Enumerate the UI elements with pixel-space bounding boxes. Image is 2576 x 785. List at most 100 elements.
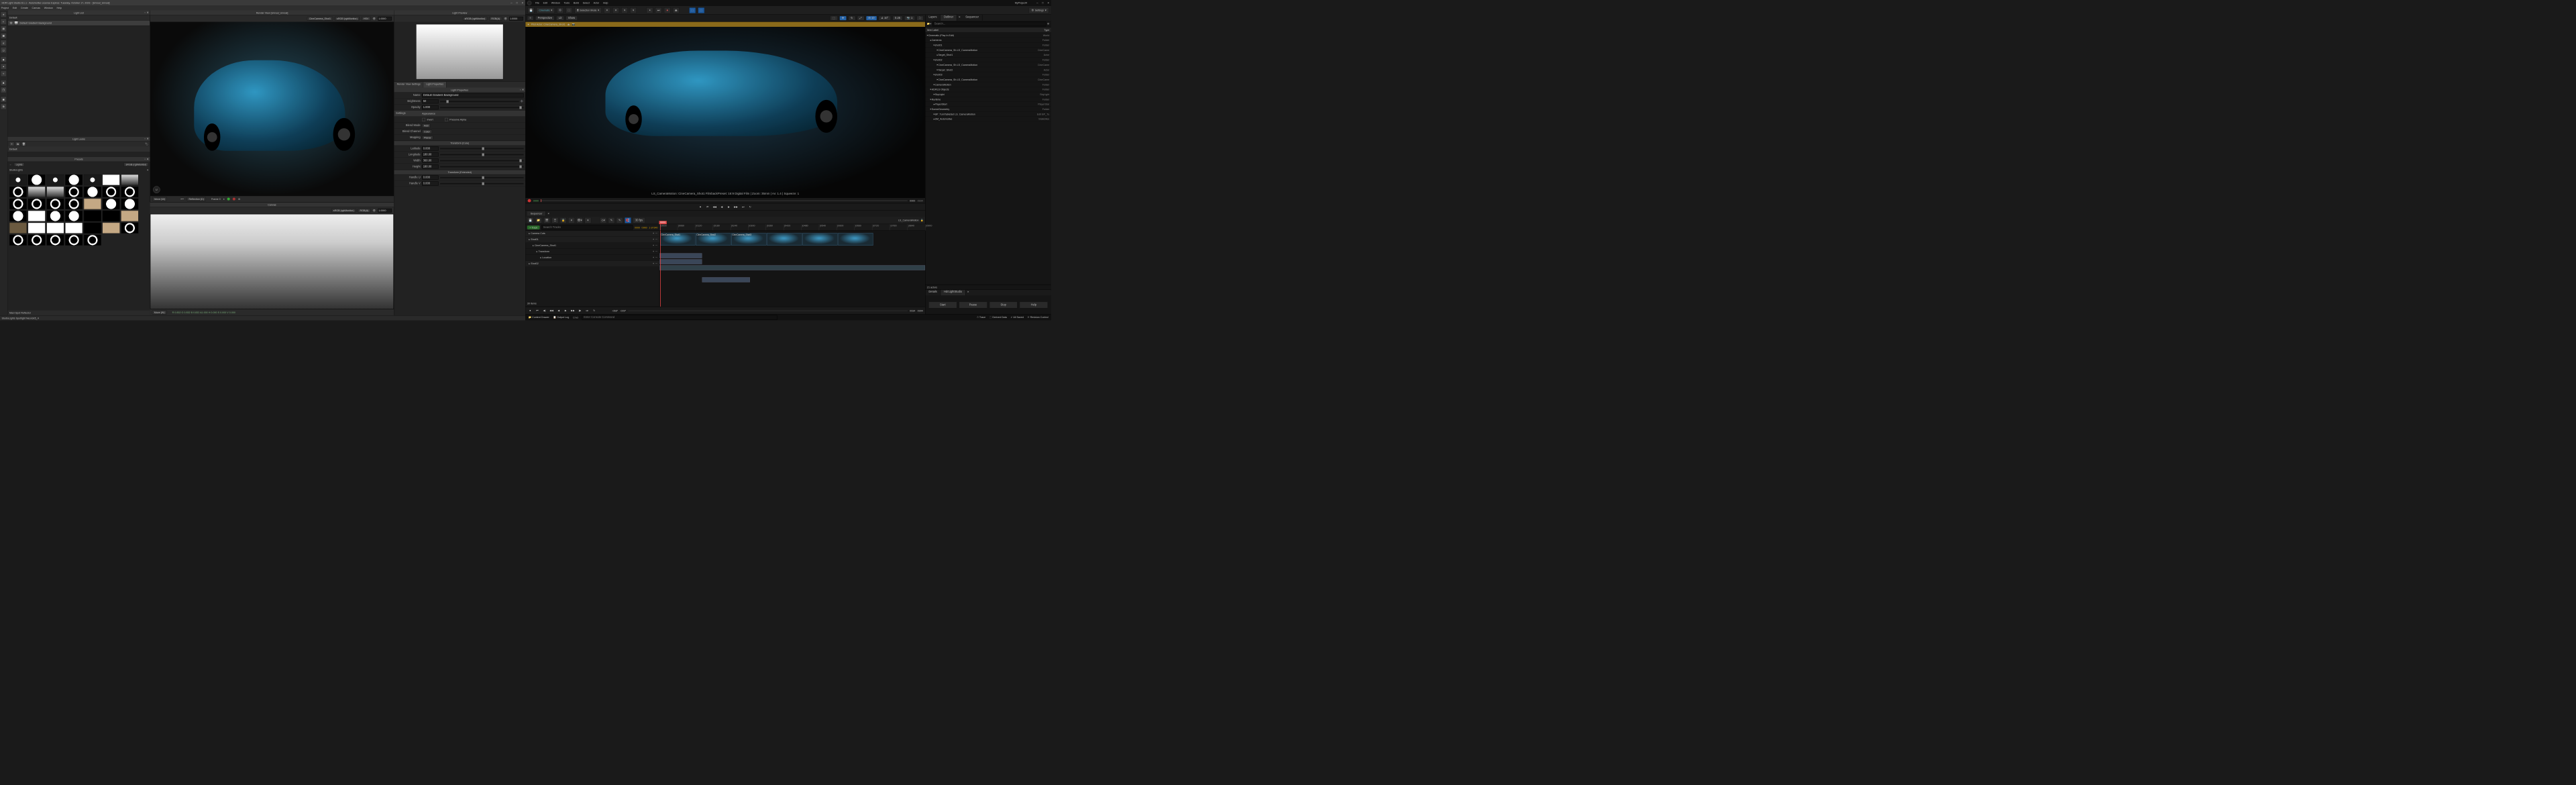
tool-image-icon[interactable]: ▦ bbox=[1, 33, 7, 39]
viewport-max-icon[interactable]: ⛶ bbox=[916, 16, 923, 21]
preserve-alpha-checkbox[interactable] bbox=[445, 118, 448, 121]
preset-colorspace-select[interactable]: sRGB (rgbMonitor) bbox=[124, 162, 149, 166]
outliner-row[interactable]: ▸ Target_Shot1Actor bbox=[925, 52, 1051, 57]
prop-brightness-field[interactable] bbox=[422, 99, 438, 103]
tool-gradient-icon[interactable]: ▤ bbox=[1, 25, 7, 32]
seq-browse-icon[interactable]: 📁 bbox=[535, 217, 542, 223]
play-icon[interactable]: ▶ bbox=[564, 308, 568, 313]
ue-menu-select[interactable]: Select bbox=[583, 1, 590, 4]
latitude-slider[interactable] bbox=[440, 148, 523, 150]
preview-eye-icon[interactable]: 👁 bbox=[504, 17, 507, 20]
preset-thumb[interactable] bbox=[65, 211, 83, 221]
menu-project[interactable]: Project bbox=[1, 7, 9, 9]
track-menu-icon[interactable]: ⋯ bbox=[655, 262, 658, 265]
panel-close-icon[interactable]: ✕ bbox=[147, 158, 149, 160]
track-bar[interactable] bbox=[659, 259, 702, 264]
pilot-lock-icon[interactable]: 📷 bbox=[572, 23, 576, 25]
shot-thumbnail[interactable] bbox=[802, 233, 837, 246]
canvas-mode[interactable]: RGB(A) bbox=[358, 209, 371, 213]
gizmo-rotate-icon[interactable]: ↻ bbox=[848, 16, 855, 21]
outliner-row[interactable]: ▸ CineCamera_Sh LS_CameraMotionCineCame bbox=[925, 48, 1051, 52]
eject-icon[interactable]: ⏏ bbox=[673, 7, 680, 13]
track-menu-icon[interactable]: ⋯ bbox=[655, 244, 658, 247]
record-icon[interactable] bbox=[528, 199, 531, 202]
gizmo-move-icon[interactable]: ✥ bbox=[839, 16, 847, 21]
render-camera-select[interactable]: CineCamera_Shot1 bbox=[307, 17, 333, 21]
preset-thumb[interactable] bbox=[9, 187, 27, 197]
hdrls-help-button[interactable]: Help bbox=[1020, 301, 1048, 308]
filter-icon[interactable]: 📁▾ bbox=[927, 22, 931, 25]
render-move-mode[interactable]: Move (W) bbox=[152, 197, 167, 201]
sequencer-timeline[interactable]: 0000 |0000|0060|0120|0180|0240|0300|0360… bbox=[659, 224, 925, 307]
step-back-icon[interactable]: ◀| bbox=[542, 308, 547, 313]
eye-icon[interactable]: 👁 bbox=[9, 21, 13, 24]
foot-end2[interactable]: 0994 bbox=[918, 309, 923, 312]
height-slider[interactable] bbox=[440, 166, 523, 167]
panel-undock-icon[interactable]: ▫ bbox=[144, 138, 145, 140]
toolbar-icon[interactable]: ✦ bbox=[604, 7, 610, 13]
time-scrub-bar[interactable]: 0000 0900 0934 bbox=[525, 198, 925, 203]
brightness-slider[interactable] bbox=[440, 101, 519, 102]
add-key-icon[interactable]: + bbox=[653, 256, 654, 259]
preset-thumb[interactable] bbox=[84, 211, 101, 221]
search-tracks-input[interactable] bbox=[541, 225, 633, 229]
platforms-icon[interactable]: ⬚ bbox=[689, 7, 696, 13]
seq-render-icon[interactable]: 🎬 bbox=[543, 217, 550, 223]
foot-end[interactable]: 0934 bbox=[910, 309, 915, 312]
rec-icon[interactable]: ⏺ bbox=[528, 308, 533, 313]
shot-thumbnail[interactable]: CineCamera_Shot1 bbox=[660, 233, 695, 246]
preset-thumb[interactable] bbox=[84, 187, 101, 197]
snap-scale[interactable]: 0.25 bbox=[892, 16, 902, 21]
ue-viewport[interactable]: LS_CameraMotion: CineCamera_Shot1 Filmba… bbox=[525, 27, 925, 198]
panel-close-icon[interactable]: ✕ bbox=[147, 11, 149, 14]
render-colorspace-select[interactable]: sRGB (rgbMonitor) bbox=[335, 17, 360, 21]
tab-light-properties[interactable]: Light Properties bbox=[423, 82, 446, 88]
minimize-button[interactable]: ─ bbox=[511, 1, 513, 4]
preset-thumb[interactable] bbox=[121, 174, 138, 185]
outliner-row[interactable]: ▸ RuntimeFolder bbox=[925, 97, 1051, 101]
panel-undock-icon[interactable]: ▫ bbox=[520, 89, 521, 91]
play-icon[interactable]: ▶ bbox=[727, 205, 731, 209]
outliner-row[interactable]: ▸ shot02Folder bbox=[925, 58, 1051, 62]
step-back-icon[interactable]: ◀◀ bbox=[712, 205, 717, 209]
preset-thumb[interactable] bbox=[46, 199, 64, 209]
preset-thumb[interactable] bbox=[46, 223, 64, 233]
render-mode-select[interactable]: HSV bbox=[362, 17, 370, 21]
gizmo-scale-icon[interactable]: ⤢ bbox=[857, 16, 865, 21]
output-log-button[interactable]: 📋 Output Log bbox=[553, 316, 569, 319]
outliner-row[interactable]: ▸ CineCamera_Sh LS_CameraMotionCineCame bbox=[925, 62, 1051, 67]
shot-thumbnail[interactable]: CineCamera_Shot3 bbox=[731, 233, 766, 246]
derived-data-button[interactable]: ⬚ Derived Data bbox=[989, 316, 1007, 319]
blend-mode-select[interactable]: Add bbox=[422, 123, 430, 127]
blend-channel-select[interactable]: Color bbox=[422, 129, 431, 134]
preset-thumb[interactable] bbox=[9, 223, 27, 233]
tool-scope-icon[interactable]: ✧ bbox=[1, 70, 7, 76]
ue-menu-actor[interactable]: Actor bbox=[594, 1, 600, 4]
looks-add-icon[interactable]: + bbox=[9, 142, 14, 146]
settings-button[interactable]: ⚙ Settings ▾ bbox=[1029, 7, 1049, 13]
render-value-field[interactable] bbox=[378, 17, 391, 21]
ue-menu-help[interactable]: Help bbox=[603, 1, 608, 4]
viewport-show[interactable]: Show bbox=[566, 16, 578, 21]
menu-create[interactable]: Create bbox=[21, 7, 28, 9]
ue-menu-build[interactable]: Build bbox=[574, 1, 579, 4]
range-start[interactable]: 0000 bbox=[635, 226, 640, 229]
render-pause-icon[interactable]: ⏸ bbox=[223, 197, 225, 200]
panel-undock-icon[interactable]: ▫ bbox=[144, 11, 145, 14]
loop-icon[interactable]: ↻ bbox=[592, 308, 596, 313]
close-button[interactable]: ✕ bbox=[1047, 1, 1049, 4]
menu-edit[interactable]: Edit bbox=[13, 7, 17, 9]
goto-end-icon[interactable]: ⏭ bbox=[584, 308, 589, 313]
seq-autokey-icon[interactable]: ✎ bbox=[608, 217, 615, 223]
preset-thumb[interactable] bbox=[46, 187, 64, 197]
preset-thumb[interactable] bbox=[121, 199, 138, 209]
track-menu-icon[interactable]: ⋯ bbox=[655, 232, 658, 235]
tool-3d2-icon[interactable]: ✦ bbox=[1, 64, 7, 70]
preset-thumb[interactable] bbox=[46, 211, 64, 221]
add-key-icon[interactable]: + bbox=[653, 238, 654, 241]
preset-thumb[interactable] bbox=[9, 211, 27, 221]
seq-lock-icon[interactable]: 🔒 bbox=[920, 219, 924, 221]
goto-end-icon[interactable]: ⏭ bbox=[741, 205, 745, 209]
light-list-row[interactable]: 👁 Default Gradient Background bbox=[7, 20, 150, 25]
ue-menu-window[interactable]: Window bbox=[551, 1, 560, 4]
